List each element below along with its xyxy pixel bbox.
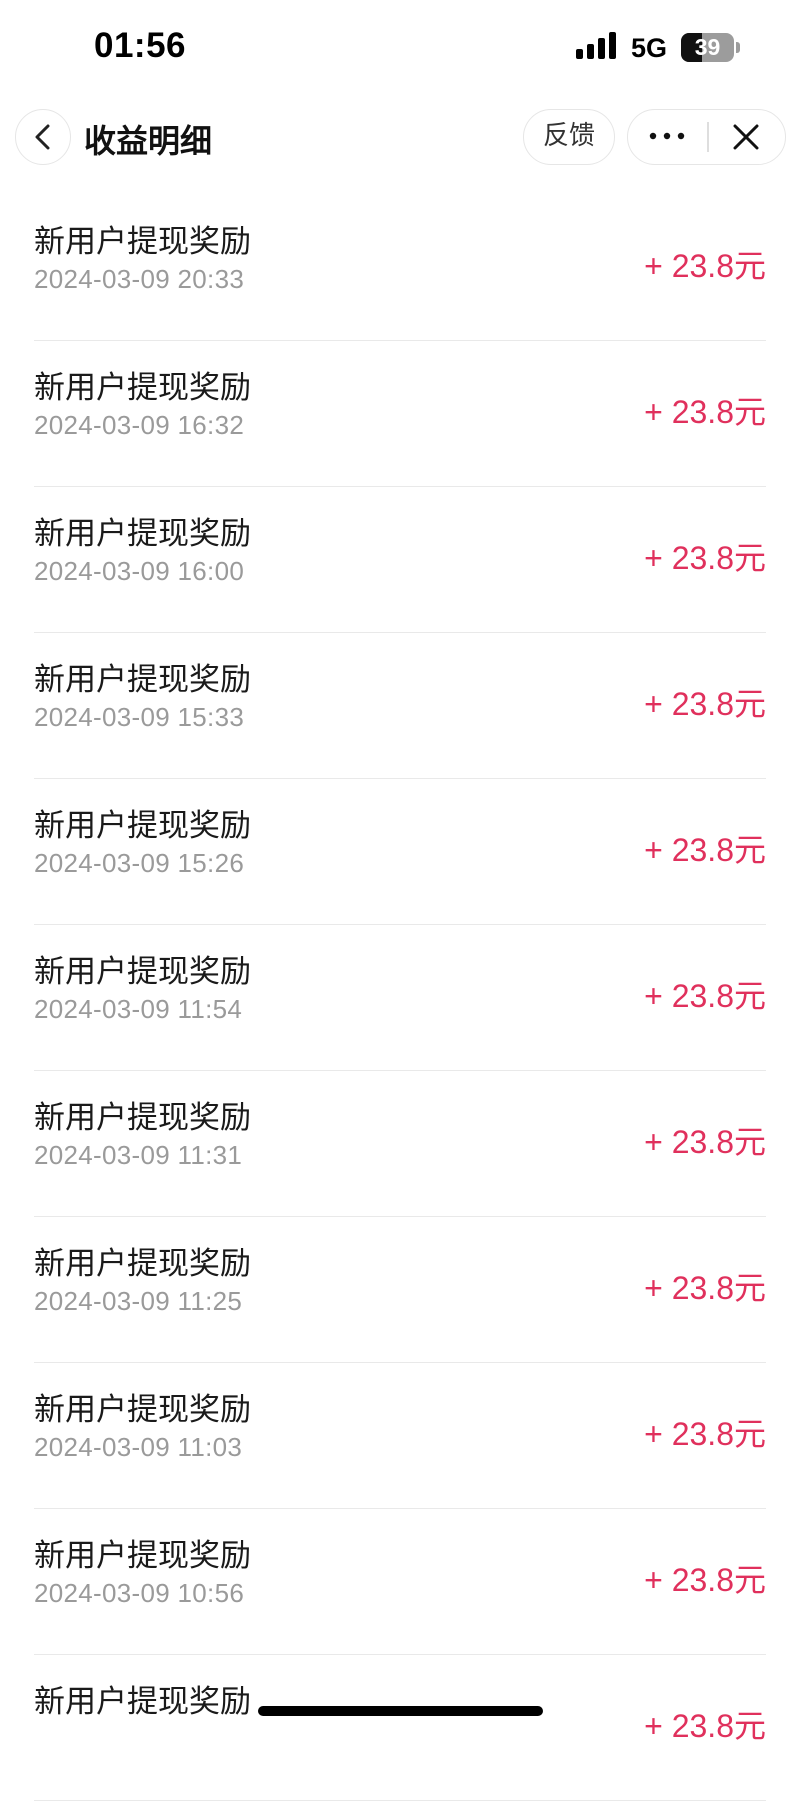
record-title: 新用户提现奖励 [34, 954, 251, 990]
record-time: 2024-03-09 11:25 [34, 1286, 243, 1316]
close-icon [733, 124, 759, 150]
record-title: 新用户提现奖励 [34, 370, 251, 406]
feedback-button[interactable]: 反馈 [523, 109, 615, 165]
record-amount: + 23.8元 [644, 540, 766, 576]
record-time: 2024-03-09 15:33 [34, 702, 245, 732]
record-time: 2024-03-09 11:54 [34, 994, 243, 1024]
list-item: 新用户提现奖励 2024-03-09 11:31 + 23.8元 [0, 1071, 800, 1217]
list-item: 新用户提现奖励 2024-03-09 11:25 + 23.8元 [0, 1217, 800, 1363]
record-time: 2024-03-09 16:32 [34, 410, 245, 440]
record-time: 2024-03-09 16:00 [34, 556, 245, 586]
record-amount: + 23.8元 [644, 686, 766, 722]
close-button[interactable] [708, 110, 785, 163]
record-amount: + 23.8元 [644, 248, 766, 284]
back-button[interactable] [15, 109, 71, 165]
record-title: 新用户提现奖励 [34, 1538, 251, 1574]
record-title: 新用户提现奖励 [34, 516, 251, 552]
record-amount: + 23.8元 [644, 1270, 766, 1306]
list-item: 新用户提现奖励 2024-03-09 16:32 + 23.8元 [0, 341, 800, 487]
list-item: 新用户提现奖励 2024-03-09 15:33 + 23.8元 [0, 633, 800, 779]
home-indicator [258, 1706, 543, 1716]
status-time: 01:56 [94, 26, 187, 65]
record-title: 新用户提现奖励 [34, 808, 251, 844]
record-title: 新用户提现奖励 [34, 1684, 251, 1720]
record-amount: + 23.8元 [644, 1562, 766, 1598]
nav-bar: 收益明细 反馈 [0, 100, 800, 174]
more-button[interactable] [628, 110, 707, 163]
record-amount: + 23.8元 [644, 1416, 766, 1452]
battery-icon: 39 [681, 33, 734, 62]
record-time: 2024-03-09 20:33 [34, 264, 245, 294]
record-title: 新用户提现奖励 [34, 1392, 251, 1428]
record-amount: + 23.8元 [644, 394, 766, 430]
record-time: 2024-03-09 11:03 [34, 1432, 243, 1462]
cellular-signal-icon [576, 31, 620, 59]
more-dots-icon [649, 132, 685, 140]
list-item: 新用户提现奖励 2024-03-09 11:54 + 23.8元 [0, 925, 800, 1071]
list-item: 新用户提现奖励 2024-03-09 11:03 + 23.8元 [0, 1363, 800, 1509]
record-title: 新用户提现奖励 [34, 662, 251, 698]
record-time: 2024-03-09 11:31 [34, 1140, 243, 1170]
chevron-left-icon [35, 124, 50, 150]
record-amount: + 23.8元 [644, 832, 766, 868]
record-title: 新用户提现奖励 [34, 1100, 251, 1136]
mini-program-capsule [627, 109, 786, 165]
status-bar: 01:56 5G 39 [0, 0, 800, 100]
record-time: 2024-03-09 10:56 [34, 1578, 245, 1608]
record-time: 2024-03-09 15:26 [34, 848, 245, 878]
battery-cap [736, 42, 740, 53]
battery-level: 39 [694, 34, 721, 60]
record-amount: + 23.8元 [644, 1124, 766, 1160]
record-amount: + 23.8元 [644, 978, 766, 1014]
list-item: 新用户提现奖励 2024-03-09 16:00 + 23.8元 [0, 487, 800, 633]
network-type: 5G [631, 33, 668, 63]
list-item: 新用户提现奖励 2024-03-09 20:33 + 23.8元 [0, 195, 800, 341]
list-item: 新用户提现奖励 2024-03-09 15:26 + 23.8元 [0, 779, 800, 925]
record-title: 新用户提现奖励 [34, 224, 251, 260]
list-item: 新用户提现奖励 2024-03-09 10:56 + 23.8元 [0, 1509, 800, 1655]
earnings-record-list: 新用户提现奖励 2024-03-09 20:33 + 23.8元 新用户提现奖励… [0, 195, 800, 1801]
record-amount: + 23.8元 [644, 1708, 766, 1744]
record-title: 新用户提现奖励 [34, 1246, 251, 1282]
list-item: 新用户提现奖励 + 23.8元 [0, 1655, 800, 1801]
page-title: 收益明细 [84, 122, 213, 160]
